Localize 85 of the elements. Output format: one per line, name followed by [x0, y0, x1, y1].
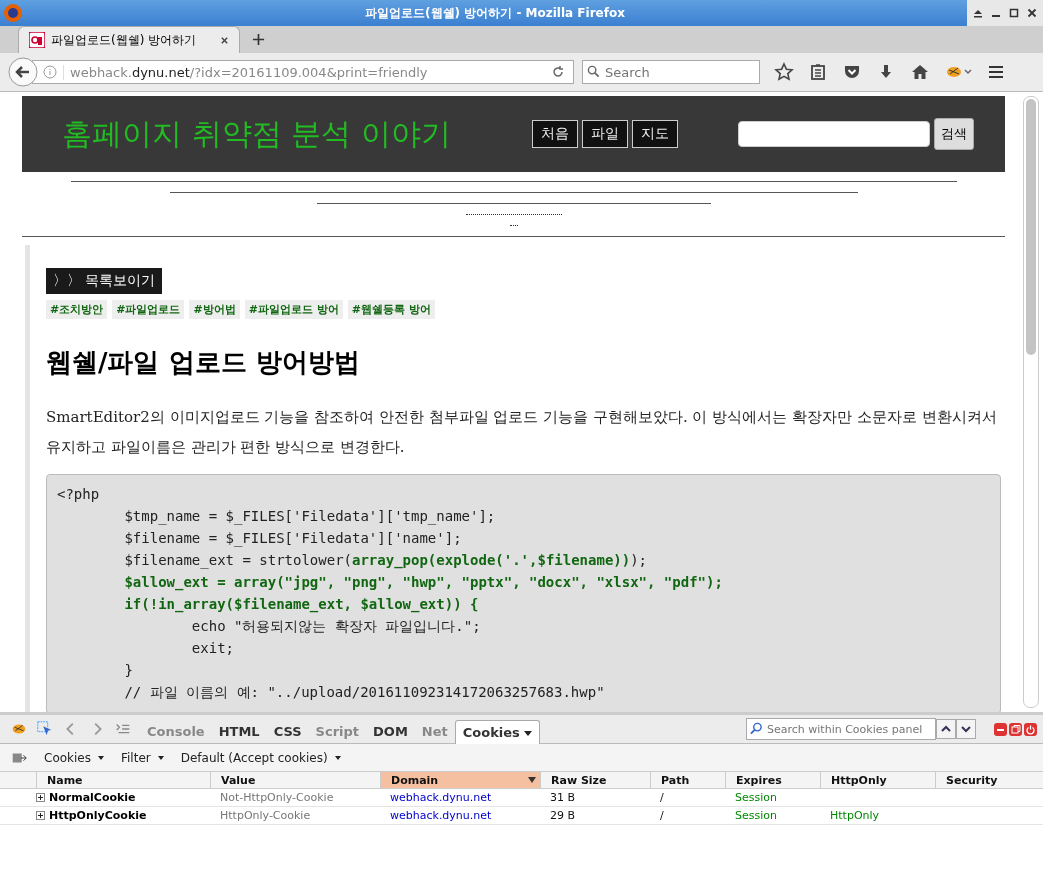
dropdown-menu[interactable]: Filter	[121, 750, 165, 765]
clipboard-icon[interactable]	[808, 62, 828, 82]
nav-link[interactable]: 지도	[632, 120, 678, 148]
table-cell-text: HttpOnly	[829, 809, 881, 822]
code-line: if(!in_array($filename_ext, $allow_ext)) {	[123, 595, 480, 615]
close-icon[interactable]	[220, 35, 229, 45]
search-button[interactable]: 검색	[934, 118, 974, 150]
code-line: $tmp_name = $_FILES['Filedata']['tmp_name'];	[123, 507, 497, 527]
back-icon[interactable]	[8, 57, 38, 87]
column-header[interactable]: Path	[650, 772, 725, 788]
code-line: $filename_ext = strtolower(array_pop(explode('.',$filename)));	[123, 551, 649, 571]
info-icon	[43, 65, 57, 79]
expand-icon[interactable]	[36, 811, 45, 820]
maximize-icon[interactable]	[1009, 8, 1019, 18]
table-cell-text: /	[659, 791, 665, 804]
new-tab-icon[interactable]	[252, 33, 265, 46]
table-cell-text: Session	[734, 809, 778, 822]
caret-icon	[333, 753, 342, 762]
search-field[interactable]: Search	[582, 60, 760, 84]
dropdown-menu[interactable]: Cookies	[44, 750, 105, 765]
column-header[interactable]: Domain	[380, 772, 540, 788]
sort-arrow-icon	[528, 776, 536, 784]
site-title[interactable]: 홈페이지 취약점 분석 이야기	[62, 113, 532, 155]
table-cell: NormalCookie	[36, 791, 210, 804]
browser-tab[interactable]: 파일업로드(웹쉘) 방어하기	[18, 26, 240, 53]
caret-icon	[523, 729, 532, 737]
table-cell-text: /	[659, 809, 665, 822]
search-field[interactable]	[738, 121, 930, 147]
tag-link[interactable]: #방어법	[189, 300, 240, 319]
code-line: $filename = $_FILES['Filedata']['name'];	[123, 529, 463, 549]
star-icon[interactable]	[774, 62, 794, 82]
power-icon[interactable]	[1024, 722, 1037, 736]
tag-link[interactable]: #파일업로드	[112, 300, 185, 319]
address-field[interactable]: webhack.dynu.net/?idx=20161109.004&print=friendly	[32, 60, 574, 84]
minimize-icon[interactable]	[994, 722, 1007, 736]
panel-search-field[interactable]: Search within Cookies panel	[746, 718, 936, 740]
code-line: exit;	[190, 639, 235, 658]
table-cell-text: HttpOnly-Cookie	[219, 809, 312, 822]
reload-icon[interactable]	[551, 65, 565, 79]
column-header[interactable]: Expires	[725, 772, 820, 788]
code-line: echo "허용되지않는 확장자 파일입니다.";	[190, 617, 482, 636]
next-button[interactable]	[956, 719, 976, 739]
article-paragraph: SmartEditor2의 이미지업로드 기능을 참조하여 안전한 첨부파일 업로드 기능을 구현해보았다. 이 방식에서는 확장자만 소문자로 변환시켜서 유지하고 파일이름은 관리가 편한 방식으로 변경한다.	[46, 407, 998, 458]
article-heading: 웹쉘/파일 업로드 방어방법	[46, 346, 361, 379]
panel-tab[interactable]: HTML	[211, 720, 267, 743]
table-cell-text: webhack.dynu.net	[389, 791, 493, 804]
caret-icon	[156, 753, 165, 762]
list-button[interactable]: 〉〉 목록보이기	[46, 268, 163, 294]
shade-icon[interactable]	[973, 8, 983, 18]
table-cell-text: Not-HttpOnly-Cookie	[219, 791, 335, 804]
column-header[interactable]: Security	[935, 772, 1043, 788]
firefox-logo-icon	[3, 3, 23, 23]
code-line: <?php	[57, 485, 101, 504]
table-cell-text: Session	[734, 791, 778, 804]
table-cell-text: 31 B	[549, 791, 577, 804]
nav-link[interactable]: 처음	[532, 120, 578, 148]
code-line: // 파일 이름의 예: "../upload/201611092314172063257683.hwp"	[123, 683, 606, 702]
search-icon	[587, 65, 600, 78]
table-cell-text: webhack.dynu.net	[389, 809, 493, 822]
tag-link[interactable]: #조치방안	[46, 300, 108, 319]
column-header[interactable]: Raw Size	[540, 772, 650, 788]
site-favicon-icon	[29, 32, 45, 48]
dropdown-menu[interactable]: Default (Accept cookies)	[180, 750, 342, 765]
panel-tab[interactable]: CSS	[266, 720, 309, 743]
caret-icon	[97, 753, 105, 762]
column-header[interactable]: HttpOnly	[820, 772, 935, 788]
search-icon	[750, 722, 763, 735]
expand-icon[interactable]	[36, 793, 45, 802]
column-header[interactable]: Name	[36, 772, 210, 788]
code-line: }	[123, 661, 134, 680]
table-cell-text: 29 B	[549, 809, 577, 822]
window-title: 파일업로드(웹쉘) 방어하기 - Mozilla Firefox	[364, 4, 626, 22]
panel-tab[interactable]: DOM	[366, 720, 415, 743]
panel-tab[interactable]: Cookies	[454, 720, 540, 744]
home-icon[interactable]	[910, 62, 930, 82]
tag-link[interactable]: #파일업로드 방어	[244, 300, 343, 319]
tag-link[interactable]: #웹쉘등록 방어	[347, 300, 435, 319]
nav-link[interactable]: 파일	[582, 120, 628, 148]
tab-title: 파일업로드(웹쉘) 방어하기	[51, 31, 198, 49]
code-line: $allow_ext = array("jpg", "png", "hwp", "pptx", "docx", "xlsx", "pdf");	[123, 573, 724, 593]
restore-icon[interactable]	[1009, 722, 1022, 736]
previous-button[interactable]	[936, 719, 956, 739]
close-icon[interactable]	[1027, 8, 1037, 18]
scrollbar[interactable]	[1023, 96, 1039, 708]
table-cell: HttpOnlyCookie	[36, 809, 210, 822]
